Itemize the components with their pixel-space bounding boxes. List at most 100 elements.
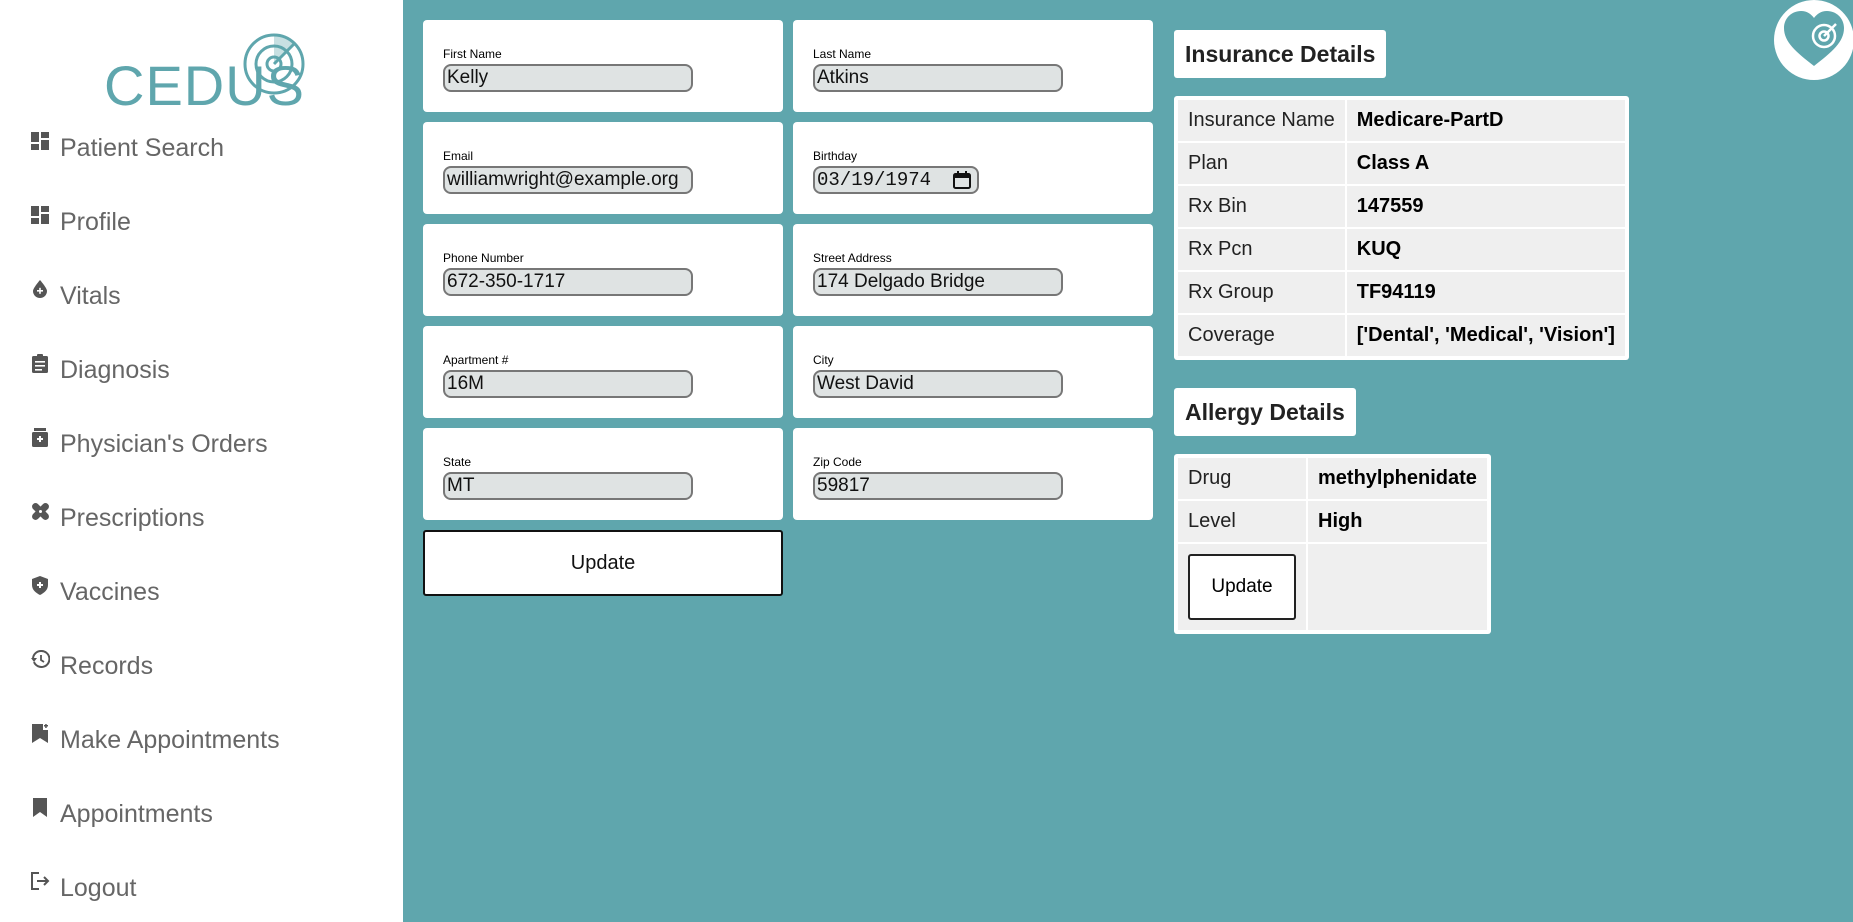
update-allergy-button[interactable]: Update xyxy=(1188,554,1296,620)
insurance-key: Rx Group xyxy=(1178,272,1345,313)
sidebar-item-records[interactable]: Records xyxy=(30,648,153,684)
calendar-icon[interactable] xyxy=(953,171,971,189)
city-label: City xyxy=(813,353,834,367)
dashboard-icon xyxy=(30,205,50,225)
apartment-input[interactable] xyxy=(443,370,693,398)
apartment-card: Apartment # xyxy=(423,326,783,418)
phone-label: Phone Number xyxy=(443,251,524,265)
insurance-details-title: Insurance Details xyxy=(1174,30,1387,78)
update-profile-button[interactable]: Update xyxy=(423,530,783,596)
radar-logo-icon xyxy=(243,33,305,95)
heart-badge xyxy=(1774,0,1853,80)
allergy-table: Drug methylphenidate Level High Update xyxy=(1174,454,1491,634)
zip-card: Zip Code xyxy=(793,428,1153,520)
heart-radar-icon xyxy=(1784,11,1844,66)
street-label: Street Address xyxy=(813,251,892,265)
table-row: Coverage ['Dental', 'Medical', 'Vision'] xyxy=(1178,315,1625,356)
sidebar-item-label: Appointments xyxy=(60,799,213,828)
insurance-key: Coverage xyxy=(1178,315,1345,356)
allergy-update-cell: Update xyxy=(1178,544,1306,630)
logout-icon xyxy=(30,871,50,891)
blood-drop-icon xyxy=(30,279,50,299)
sidebar-item-label: Vitals xyxy=(60,281,121,310)
phone-input[interactable] xyxy=(443,268,693,296)
sidebar-item-label: Patient Search xyxy=(60,133,224,162)
birthday-label: Birthday xyxy=(813,149,858,163)
allergy-value: methylphenidate xyxy=(1308,458,1487,499)
first-name-input[interactable] xyxy=(443,64,693,92)
cedus-logo: CEDUS xyxy=(100,28,310,114)
sidebar-item-appointments[interactable]: Appointments xyxy=(30,796,213,832)
bookmark-add-icon xyxy=(30,723,50,743)
sidebar-item-prescriptions[interactable]: Prescriptions xyxy=(30,500,205,536)
sidebar-item-label: Make Appointments xyxy=(60,725,280,754)
insurance-value: Medicare-PartD xyxy=(1346,100,1625,141)
sidebar-item-label: Logout xyxy=(60,873,137,902)
allergy-details-title: Allergy Details xyxy=(1174,388,1356,436)
bandage-icon xyxy=(30,501,50,521)
empty-cell xyxy=(1308,544,1487,630)
insurance-key: Rx Bin xyxy=(1178,186,1345,227)
birthday-card: Birthday 03/19/1974 xyxy=(793,122,1153,214)
email-card: Email xyxy=(423,122,783,214)
insurance-value: KUQ xyxy=(1346,229,1625,270)
clipboard-icon xyxy=(30,353,50,373)
medication-icon xyxy=(30,427,50,447)
table-row: Insurance Name Medicare-PartD xyxy=(1178,100,1625,141)
zip-label: Zip Code xyxy=(813,455,862,469)
sidebar-item-label: Physician's Orders xyxy=(60,429,268,458)
table-row: Update xyxy=(1178,544,1487,630)
allergy-key: Drug xyxy=(1178,458,1306,499)
history-icon xyxy=(30,649,50,669)
table-row: Rx Pcn KUQ xyxy=(1178,229,1625,270)
state-card: State xyxy=(423,428,783,520)
insurance-value: TF94119 xyxy=(1346,272,1625,313)
sidebar-item-profile[interactable]: Profile xyxy=(30,204,131,240)
table-row: Drug methylphenidate xyxy=(1178,458,1487,499)
sidebar-item-diagnosis[interactable]: Diagnosis xyxy=(30,352,170,388)
sidebar-item-logout[interactable]: Logout xyxy=(30,870,136,906)
sidebar-item-make-appointments[interactable]: Make Appointments xyxy=(30,722,280,758)
insurance-value: ['Dental', 'Medical', 'Vision'] xyxy=(1346,315,1625,356)
last-name-input[interactable] xyxy=(813,64,1063,92)
city-input[interactable] xyxy=(813,370,1063,398)
birthday-input[interactable]: 03/19/1974 xyxy=(813,166,979,194)
insurance-key: Rx Pcn xyxy=(1178,229,1345,270)
last-name-card: Last Name xyxy=(793,20,1153,112)
sidebar-item-label: Vaccines xyxy=(60,577,160,606)
sidebar-item-vitals[interactable]: Vitals xyxy=(30,278,121,314)
birthday-value: 03/19/1974 xyxy=(817,169,932,191)
zip-input[interactable] xyxy=(813,472,1063,500)
table-row: Level High xyxy=(1178,501,1487,542)
table-row: Rx Group TF94119 xyxy=(1178,272,1625,313)
allergy-value: High xyxy=(1308,501,1487,542)
insurance-key: Plan xyxy=(1178,143,1345,184)
sidebar-item-vaccines[interactable]: Vaccines xyxy=(30,574,160,610)
state-input[interactable] xyxy=(443,472,693,500)
shield-plus-icon xyxy=(30,575,50,595)
table-row: Plan Class A xyxy=(1178,143,1625,184)
apartment-label: Apartment # xyxy=(443,353,509,367)
email-input[interactable] xyxy=(443,166,693,194)
insurance-table: Insurance Name Medicare-PartD Plan Class… xyxy=(1174,96,1629,360)
sidebar: CEDUS Patient Search Profile Vitals Diag… xyxy=(0,0,403,922)
sidebar-item-label: Profile xyxy=(60,207,131,236)
table-row: Rx Bin 147559 xyxy=(1178,186,1625,227)
sidebar-item-physicians-orders[interactable]: Physician's Orders xyxy=(30,426,268,462)
state-label: State xyxy=(443,455,472,469)
phone-card: Phone Number xyxy=(423,224,783,316)
insurance-key: Insurance Name xyxy=(1178,100,1345,141)
email-label: Email xyxy=(443,149,474,163)
sidebar-item-label: Records xyxy=(60,651,154,680)
sidebar-item-patient-search[interactable]: Patient Search xyxy=(30,130,224,166)
first-name-card: First Name xyxy=(423,20,783,112)
insurance-value: Class A xyxy=(1346,143,1625,184)
bookmark-icon xyxy=(30,797,50,817)
insurance-value: 147559 xyxy=(1346,186,1625,227)
allergy-key: Level xyxy=(1178,501,1306,542)
dashboard-icon xyxy=(30,131,50,151)
first-name-label: First Name xyxy=(443,47,502,61)
street-input[interactable] xyxy=(813,268,1063,296)
sidebar-item-label: Diagnosis xyxy=(60,355,170,384)
city-card: City xyxy=(793,326,1153,418)
